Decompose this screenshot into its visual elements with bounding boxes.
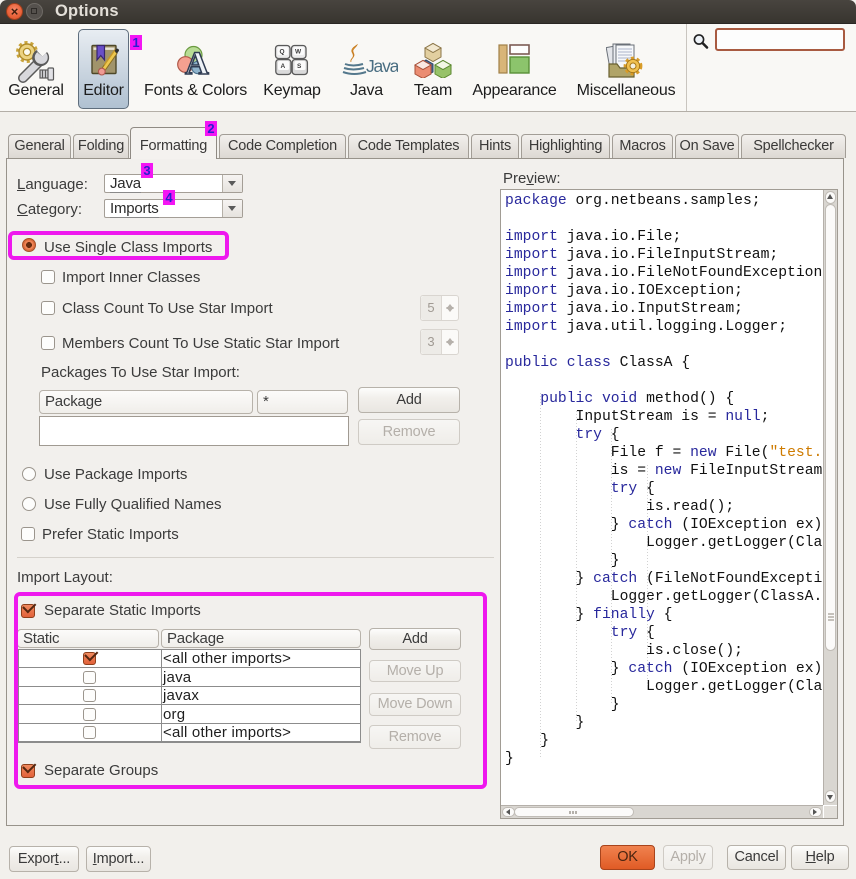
svg-text:A: A bbox=[185, 46, 209, 82]
svg-text:A: A bbox=[281, 63, 286, 70]
svg-text:Q: Q bbox=[280, 49, 285, 56]
svg-text:Java: Java bbox=[366, 56, 398, 76]
svg-text:S: S bbox=[297, 63, 302, 70]
svg-text:W: W bbox=[295, 49, 302, 56]
